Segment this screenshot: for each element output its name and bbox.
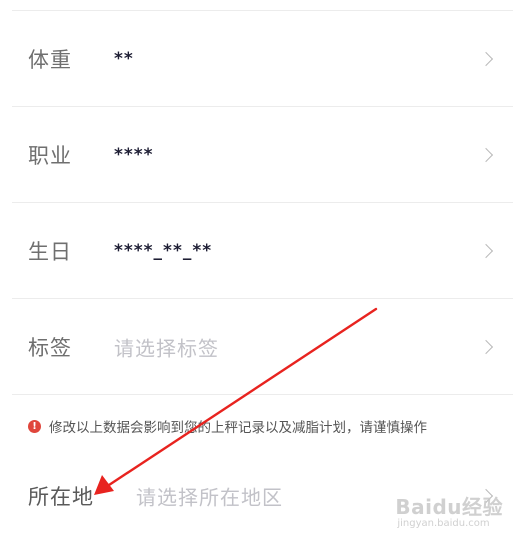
occupation-label: 职业 [28,144,72,168]
occupation-value: **** [114,145,154,165]
chevron-right-icon [478,243,494,259]
birthday-label: 生日 [28,240,72,264]
baidu-watermark: Baidu经验 jingyan.baidu.com [395,491,503,529]
weight-value: ** [114,49,134,69]
chevron-right-icon [478,339,494,355]
watermark-url: jingyan.baidu.com [397,518,490,529]
warning-notice: ! 修改以上数据会影响到您的上秤记录以及减脂计划，请谨慎操作 [28,416,427,436]
location-placeholder: 请选择所在地区 [136,485,283,510]
birthday-row[interactable]: 生日 ****_**_** [0,203,525,299]
chevron-right-icon [478,51,494,67]
tags-label: 标签 [28,336,72,360]
location-label: 所在地 [28,485,94,509]
warning-icon: ! [28,419,41,433]
tags-row[interactable]: 标签 请选择标签 [0,299,525,395]
warning-text: 修改以上数据会影响到您的上秤记录以及减脂计划，请谨慎操作 [49,420,427,436]
weight-row[interactable]: 体重 ** [0,11,525,107]
tags-placeholder: 请选择标签 [114,336,219,361]
weight-label: 体重 [28,48,72,72]
chevron-right-icon [478,147,494,163]
divider [12,394,513,395]
birthday-value: ****_**_** [114,241,213,261]
watermark-title: Baidu经验 [395,495,503,519]
occupation-row[interactable]: 职业 **** [0,107,525,203]
